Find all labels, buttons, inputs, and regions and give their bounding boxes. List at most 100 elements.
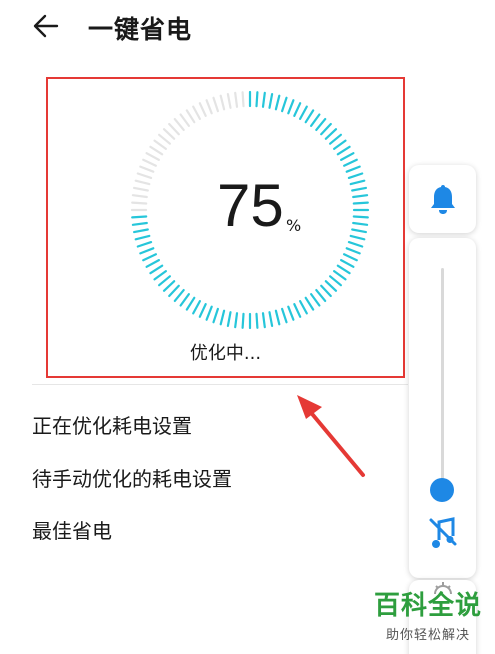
ring-tick (281, 307, 288, 324)
ring-tick (299, 300, 308, 315)
annotation-arrow (297, 395, 365, 477)
ring-tick (351, 228, 367, 234)
ring-tick (329, 133, 342, 145)
ring-tick (268, 92, 274, 109)
ring-tick (349, 234, 366, 241)
ring-tick (352, 215, 369, 219)
ring-tick (287, 305, 295, 321)
ring-tick (136, 172, 153, 179)
ring-tick (168, 122, 180, 136)
ring-tick (340, 259, 355, 268)
progress-unit: % (286, 216, 302, 235)
ring-tick (198, 303, 207, 318)
ring-tick (192, 300, 201, 315)
ring-tick (343, 158, 358, 167)
ring-tick (274, 309, 281, 326)
ring-tick (261, 312, 266, 329)
ring-tick (192, 105, 201, 121)
watermark-subtitle: 助你轻松解决 (385, 627, 470, 643)
ringer-mode-button[interactable] (409, 165, 476, 233)
ring-tick (352, 194, 369, 199)
ring-tick (293, 303, 302, 318)
ring-tick (185, 109, 196, 124)
ring-tick (281, 96, 288, 113)
ring-tick (173, 117, 185, 131)
ring-tick (131, 215, 148, 219)
ring-tick (340, 152, 355, 161)
ring-tick (162, 280, 176, 292)
music-off-icon[interactable] (427, 516, 459, 548)
ring-tick (324, 128, 338, 140)
ring-tick (212, 96, 219, 113)
volume-slider-knob[interactable] (430, 478, 454, 502)
ring-tick (142, 253, 157, 262)
ring-tick (219, 94, 226, 111)
ring-tick (343, 253, 358, 262)
ring-tick (241, 312, 245, 329)
ring-tick (134, 234, 151, 241)
ring-tick (336, 145, 351, 156)
ring-tick (320, 284, 332, 298)
ring-tick (293, 102, 302, 118)
option-manual[interactable]: 待手动优化的耗电设置 (32, 463, 232, 492)
volume-panel (409, 238, 476, 578)
ring-tick (315, 117, 327, 131)
ring-tick (205, 305, 213, 321)
ring-tick (226, 311, 232, 327)
ring-tick (131, 201, 148, 205)
ring-tick (149, 145, 164, 156)
ring-tick (347, 241, 364, 248)
watermark-title: 百科全说 (373, 591, 482, 621)
ring-tick (345, 247, 361, 255)
ring-tick (352, 221, 369, 226)
ring-tick (234, 91, 239, 108)
ring-tick (168, 284, 180, 298)
ring-tick (136, 241, 153, 248)
ring-tick (131, 221, 148, 226)
ring-tick (315, 289, 327, 302)
ring-tick (134, 179, 151, 186)
bell-icon (430, 185, 455, 214)
ring-tick (198, 102, 207, 118)
ring-tick (185, 296, 196, 311)
ring-tick (261, 91, 266, 108)
ring-tick (153, 139, 167, 150)
ring-tick (158, 133, 171, 145)
ring-tick (347, 172, 364, 179)
progress-status: 优化中... (189, 343, 262, 364)
ring-tick (145, 259, 160, 268)
ring-tick (324, 280, 338, 292)
ring-tick (310, 293, 321, 307)
ring-tick (268, 311, 274, 327)
ring-tick (274, 94, 281, 111)
ring-tick (255, 312, 259, 329)
ring-tick (149, 264, 164, 275)
option-optimizing[interactable]: 正在优化耗电设置 (32, 410, 192, 439)
ring-tick (179, 113, 190, 128)
ring-tick (145, 152, 160, 161)
ring-tick (226, 92, 232, 109)
ring-tick (131, 194, 148, 199)
ring-tick (320, 122, 332, 136)
ring-tick (333, 139, 347, 150)
ring-tick (139, 165, 155, 173)
ring-tick (299, 105, 308, 121)
ring-tick (162, 128, 176, 140)
ring-tick (349, 179, 366, 186)
ring-tick (329, 275, 342, 287)
ring-tick (133, 228, 149, 234)
ring-tick (287, 99, 295, 115)
ring-tick (179, 293, 190, 307)
ring-tick (212, 307, 219, 324)
ring-tick (133, 186, 149, 192)
ring-tick (241, 91, 245, 108)
ring-tick (345, 165, 361, 173)
ring-tick (304, 296, 315, 311)
ring-tick (333, 270, 347, 281)
option-best[interactable]: 最佳省电 (32, 515, 112, 544)
ring-tick (153, 270, 167, 281)
ring-tick (139, 247, 155, 255)
ring-tick (205, 99, 213, 115)
ring-tick (352, 201, 369, 205)
volume-slider-track[interactable] (441, 268, 444, 496)
